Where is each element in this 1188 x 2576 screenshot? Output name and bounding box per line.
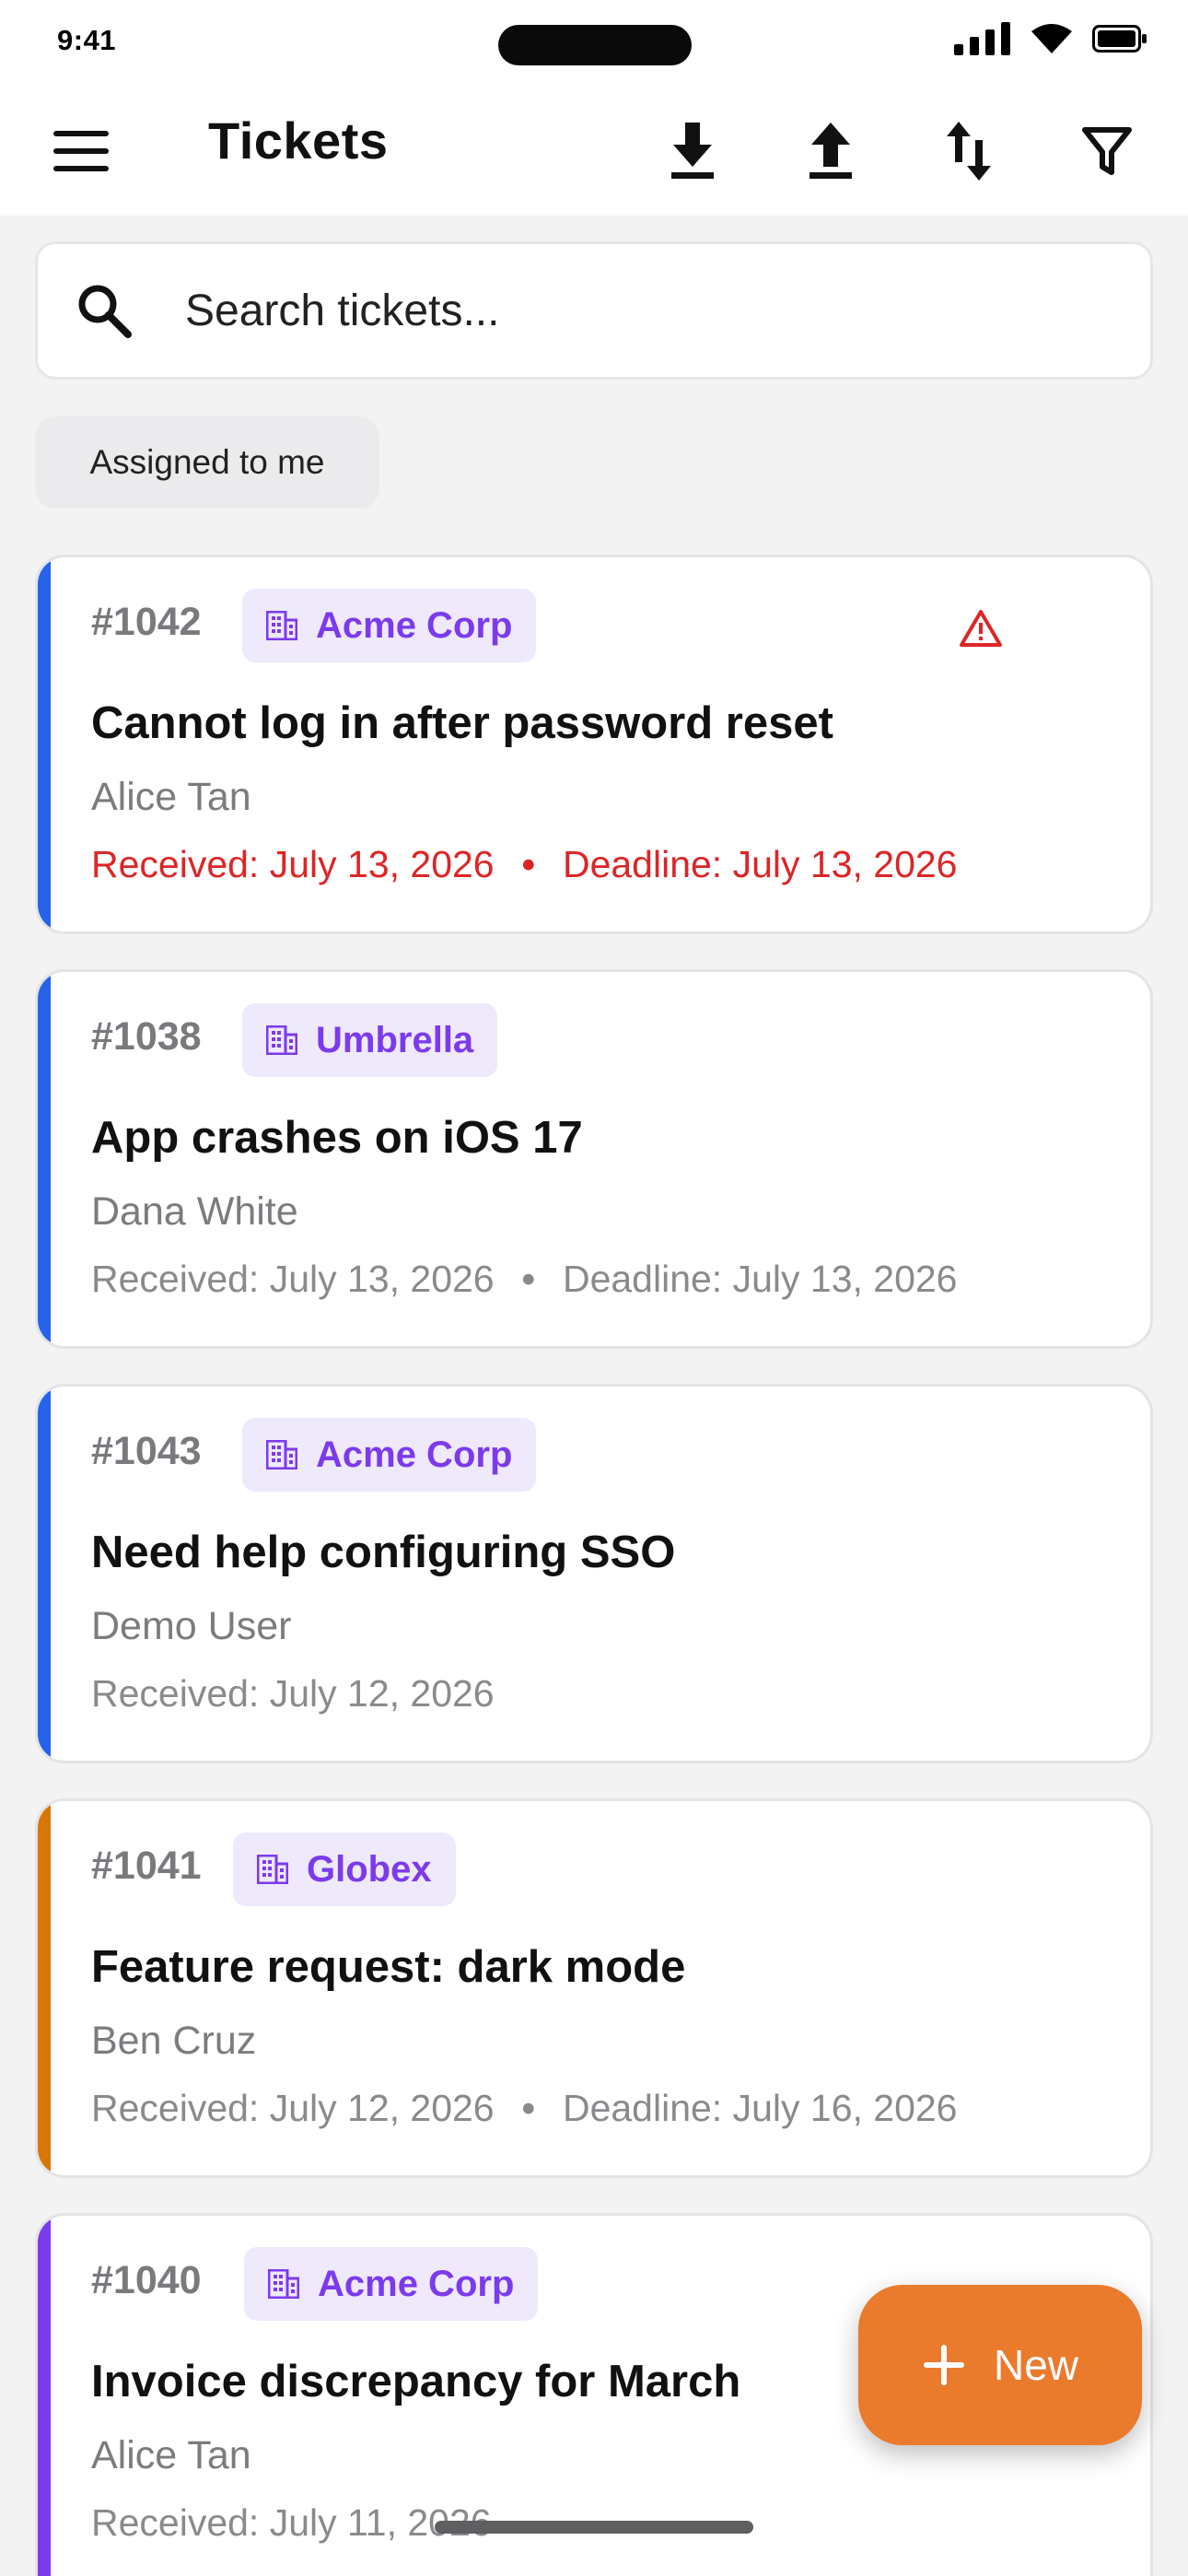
org-chip[interactable]: Acme Corp xyxy=(244,2247,539,2321)
ticket-requester: Ben Cruz xyxy=(91,2019,257,2063)
ticket-id: #1038 xyxy=(91,1014,202,1059)
status-bar: 9:41 xyxy=(0,0,1188,87)
deadline-date: Deadline: July 13, 2026 xyxy=(562,843,958,885)
priority-stripe xyxy=(38,557,51,931)
org-chip[interactable]: Acme Corp xyxy=(242,1418,537,1492)
sort-icon xyxy=(947,122,991,181)
plus-icon xyxy=(923,2345,964,2385)
dynamic-island xyxy=(498,25,692,65)
signal-icon xyxy=(954,22,1010,55)
download-icon xyxy=(671,123,714,179)
ticket-requester: Demo User xyxy=(91,1604,292,1648)
org-name: Acme Corp xyxy=(316,1434,513,1475)
ticket-title: Need help configuring SSO xyxy=(91,1528,676,1577)
building-icon xyxy=(266,1440,297,1469)
filter-chip-assigned-to-me[interactable]: Assigned to me xyxy=(35,416,379,509)
separator-dot: • xyxy=(521,1258,535,1300)
ticket-card[interactable]: #1042 Acme Corp Cannot log in after pass… xyxy=(35,555,1153,934)
ticket-dates: Received: July 12, 2026 xyxy=(91,1672,495,1715)
ticket-card[interactable]: #1041 Globex Feature request: dark mode … xyxy=(35,1798,1153,2178)
new-button-label: New xyxy=(993,2341,1079,2389)
received-date: Received: July 13, 2026 xyxy=(91,843,495,885)
ticket-title: Invoice discrepancy for March xyxy=(91,2357,741,2406)
ticket-id: #1041 xyxy=(91,1844,202,1888)
org-chip[interactable]: Globex xyxy=(233,1832,456,1906)
battery-icon xyxy=(1092,25,1147,53)
ticket-dates: Received: July 12, 2026 • Deadline: July 1… xyxy=(91,2087,958,2130)
org-name: Acme Corp xyxy=(316,604,513,646)
ticket-id: #1043 xyxy=(91,1429,202,1473)
org-name: Globex xyxy=(307,1848,432,1890)
separator-dot: • xyxy=(521,843,535,885)
tickets-screen: 9:41 Tickets Search tickets... Assigned … xyxy=(0,0,1188,2576)
building-icon xyxy=(268,2269,299,2299)
warning-icon xyxy=(960,610,1002,647)
hamburger-menu-icon xyxy=(53,131,109,171)
new-ticket-button[interactable]: New xyxy=(858,2285,1142,2445)
separator-dot: • xyxy=(521,2087,535,2129)
received-date: Received: July 12, 2026 xyxy=(91,2087,495,2129)
received-date: Received: July 13, 2026 xyxy=(91,1258,495,1300)
ticket-title: Cannot log in after password reset xyxy=(91,698,833,748)
ticket-requester: Dana White xyxy=(91,1189,298,1234)
deadline-date: Deadline: July 16, 2026 xyxy=(562,2087,958,2129)
deadline-date: Deadline: July 13, 2026 xyxy=(562,1258,958,1300)
home-indicator[interactable] xyxy=(435,2521,753,2534)
priority-stripe xyxy=(38,972,51,1346)
ticket-title: App crashes on iOS 17 xyxy=(91,1113,583,1163)
building-icon xyxy=(266,611,297,640)
ticket-dates: Received: July 13, 2026 • Deadline: July 1… xyxy=(91,843,958,886)
filter-button[interactable] xyxy=(1061,105,1153,197)
status-time: 9:41 xyxy=(57,24,117,56)
ticket-requester: Alice Tan xyxy=(91,775,251,819)
org-chip[interactable]: Umbrella xyxy=(242,1003,498,1077)
search-box xyxy=(35,241,1153,380)
upload-icon xyxy=(809,123,852,179)
received-date: Received: July 12, 2026 xyxy=(91,1672,495,1715)
org-name: Umbrella xyxy=(316,1019,474,1060)
ticket-card[interactable]: #1043 Acme Corp Need help configuring SS… xyxy=(35,1384,1153,1763)
ticket-requester: Alice Tan xyxy=(91,2433,251,2477)
priority-stripe xyxy=(38,1801,51,2175)
app-header: Tickets xyxy=(0,87,1188,216)
ticket-id: #1040 xyxy=(91,2258,202,2302)
upload-button[interactable] xyxy=(785,105,877,197)
page-title: Tickets xyxy=(208,111,389,170)
ticket-dates: Received: July 11, 2026 xyxy=(91,2501,492,2545)
building-icon xyxy=(257,1855,288,1884)
org-chip[interactable]: Acme Corp xyxy=(242,589,537,662)
ticket-dates: Received: July 13, 2026 • Deadline: July 1… xyxy=(91,1258,958,1301)
org-name: Acme Corp xyxy=(318,2263,515,2304)
download-button[interactable] xyxy=(646,105,739,197)
search-icon xyxy=(78,285,132,338)
wifi-icon xyxy=(1031,24,1072,53)
building-icon xyxy=(266,1025,297,1055)
priority-stripe xyxy=(38,1387,51,1761)
priority-stripe xyxy=(38,2216,51,2576)
received-date: Received: July 11, 2026 xyxy=(91,2501,492,2544)
sort-button[interactable] xyxy=(923,105,1015,197)
status-icons xyxy=(954,22,1147,55)
menu-button[interactable] xyxy=(39,114,123,188)
ticket-id: #1042 xyxy=(91,600,202,644)
filter-icon xyxy=(1082,127,1132,175)
ticket-card[interactable]: #1038 Umbrella App crashes on iOS 17 Dan… xyxy=(35,969,1153,1349)
search-input[interactable] xyxy=(185,277,1106,344)
ticket-title: Feature request: dark mode xyxy=(91,1942,686,1992)
